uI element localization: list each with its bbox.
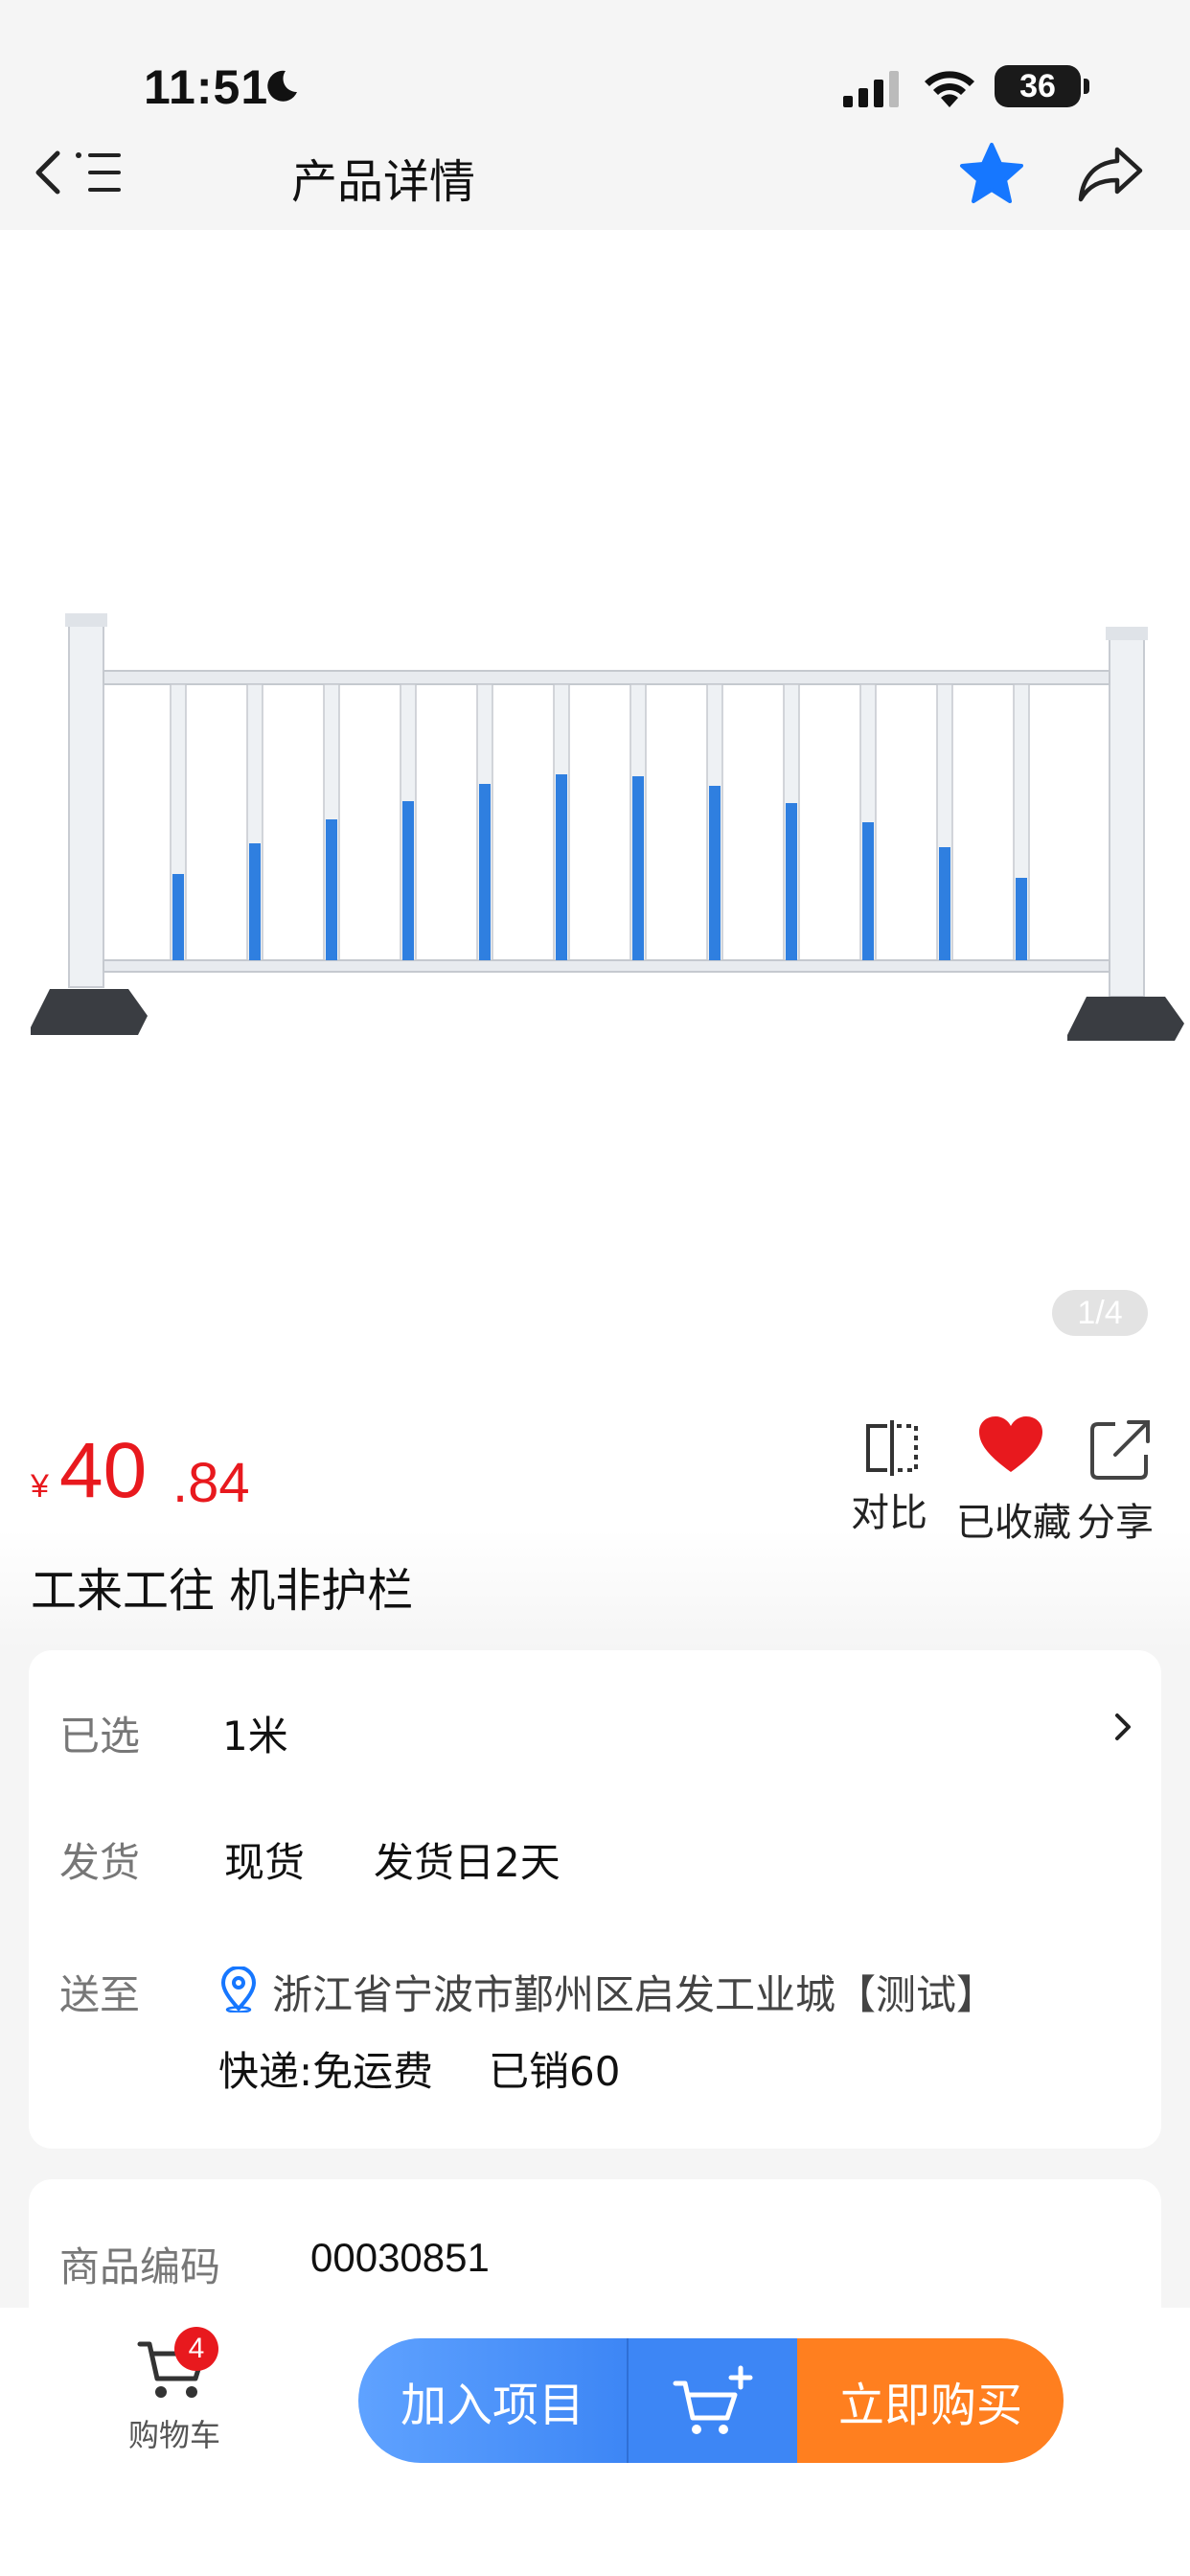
compare-icon[interactable] — [858, 1414, 926, 1482]
deliver-label: 送至 — [59, 1971, 141, 2018]
buy-now-button[interactable]: 立即购买 — [797, 2338, 1064, 2463]
purchase-button-group: 加入项目 立即购买 — [358, 2338, 1064, 2463]
favorite-label[interactable]: 已收藏 — [956, 1491, 1071, 1547]
image-pager: 1/4 — [1052, 1290, 1148, 1336]
battery-tip — [1084, 79, 1089, 94]
cart-plus-icon — [673, 2365, 753, 2434]
wifi-icon — [925, 71, 974, 107]
page-title: 产品详情 — [290, 155, 475, 209]
delivery-address[interactable]: 浙江省宁波市鄞州区启发工业城【测试】 — [272, 1963, 996, 2021]
compare-label[interactable]: 对比 — [851, 1482, 927, 1537]
share-icon[interactable] — [1087, 1416, 1154, 1484]
moon-icon — [267, 70, 297, 102]
add-to-cart-button[interactable] — [629, 2338, 797, 2463]
ship-days: 发货日2天 — [374, 1839, 561, 1886]
price-decimal: .84 — [172, 1452, 250, 1514]
share-arrow-icon[interactable] — [1077, 142, 1146, 205]
battery-indicator: 36 — [995, 65, 1081, 107]
location-pin-icon[interactable] — [218, 1966, 259, 2012]
share-label[interactable]: 分享 — [1077, 1491, 1154, 1547]
status-time: 11:51 — [144, 60, 269, 114]
add-to-project-button[interactable]: 加入项目 — [358, 2338, 627, 2463]
selected-label: 已选 — [59, 1713, 141, 1760]
ship-label: 发货 — [59, 1839, 141, 1886]
product-code-label: 商品编码 — [59, 2243, 221, 2290]
sold-count: 已销60 — [489, 2048, 621, 2095]
express-fee: 快递:免运费 — [218, 2048, 434, 2095]
chevron-right-icon[interactable] — [1111, 1708, 1134, 1746]
price-integer: 40 — [59, 1427, 148, 1514]
ship-stock: 现货 — [224, 1839, 306, 1886]
star-icon[interactable] — [958, 140, 1025, 207]
fence-product-image — [31, 613, 1184, 1041]
selected-value[interactable]: 1米 — [222, 1704, 288, 1762]
product-code-value: 00030851 — [310, 2235, 490, 2280]
signal-icon — [843, 71, 899, 107]
heart-icon[interactable] — [977, 1413, 1044, 1480]
cart-label[interactable]: 购物车 — [121, 2411, 228, 2455]
price-currency: ¥ — [31, 1468, 49, 1505]
cart-count-badge: 4 — [174, 2327, 218, 2371]
product-name: 工来工往 机非护栏 — [31, 1564, 414, 1618]
